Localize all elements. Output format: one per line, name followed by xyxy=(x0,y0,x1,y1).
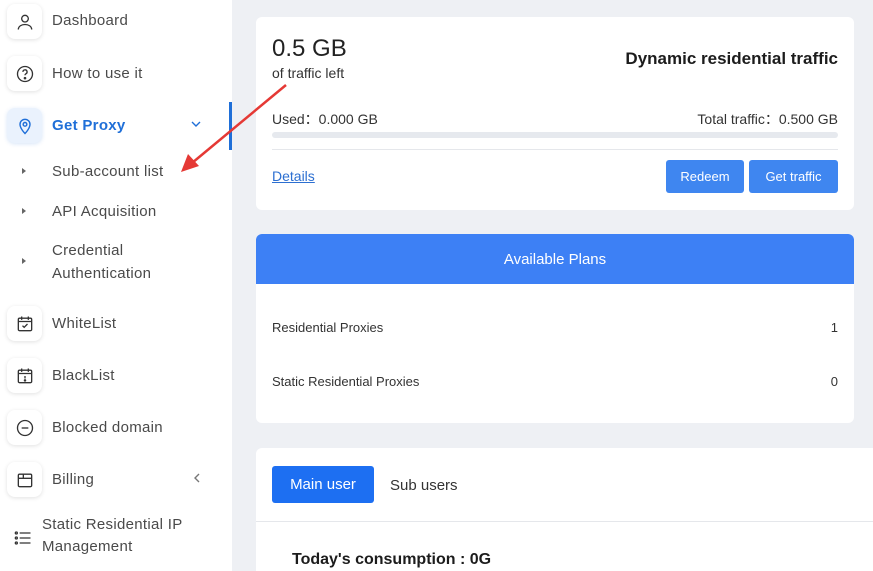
bullet-icon xyxy=(22,258,26,264)
sidebar-subitem-label: Sub-account list xyxy=(52,163,164,180)
divider xyxy=(272,149,838,150)
user-icon xyxy=(7,4,42,39)
sidebar-subitem-label: API Acquisition xyxy=(52,203,157,220)
used-traffic: Used：0.000 GB xyxy=(272,111,378,127)
plan-name: Static Residential Proxies xyxy=(272,374,420,389)
sidebar-item-label: Static Residential IP Management xyxy=(42,516,183,555)
sidebar: Dashboard How to use it Get Proxy Sub-ac… xyxy=(0,0,232,571)
sidebar-item-static-residential-ip[interactable]: Static Residential IP Management xyxy=(0,514,232,560)
users-card: Main user Sub users Today's consumption … xyxy=(256,448,873,571)
redeem-button[interactable]: Redeem xyxy=(666,160,744,193)
total-traffic: Total traffic：0.500 GB xyxy=(697,111,838,127)
sidebar-subitem-label: Credential Authentication xyxy=(52,242,152,282)
bullet-icon xyxy=(22,208,26,214)
traffic-card: 0.5 GB of traffic left Dynamic residenti… xyxy=(256,17,854,210)
get-traffic-button[interactable]: Get traffic xyxy=(749,160,838,193)
details-link[interactable]: Details xyxy=(272,168,315,184)
sidebar-subitem-sub-account-list[interactable]: Sub-account list xyxy=(0,160,232,183)
bullet-icon xyxy=(22,168,26,174)
sidebar-subitem-api-acquisition[interactable]: API Acquisition xyxy=(0,200,232,223)
sidebar-item-label: Billing xyxy=(52,471,95,488)
plans-header: Available Plans xyxy=(256,234,854,284)
traffic-left-amount: 0.5 GB xyxy=(272,35,347,62)
sidebar-item-label: BlackList xyxy=(52,367,115,384)
sidebar-item-label: Get Proxy xyxy=(52,117,126,134)
plan-count: 1 xyxy=(830,320,838,335)
chevron-down-icon xyxy=(190,118,202,132)
sidebar-item-whitelist[interactable]: WhiteList xyxy=(0,306,232,341)
sidebar-item-label: WhiteList xyxy=(52,315,117,332)
traffic-progress-bar xyxy=(272,132,838,138)
sidebar-item-billing[interactable]: Billing xyxy=(0,462,232,497)
traffic-left-caption: of traffic left xyxy=(272,65,345,81)
box-icon xyxy=(7,462,42,497)
sidebar-item-get-proxy[interactable]: Get Proxy xyxy=(0,108,232,143)
chevron-left-icon xyxy=(192,472,202,487)
plan-count: 0 xyxy=(830,374,838,389)
tab-sub-users[interactable]: Sub users xyxy=(390,477,458,494)
sidebar-item-blacklist[interactable]: BlackList xyxy=(0,358,232,393)
list-icon xyxy=(5,520,40,555)
sidebar-item-blocked-domain[interactable]: Blocked domain xyxy=(0,410,232,445)
sidebar-item-dashboard[interactable]: Dashboard xyxy=(0,4,232,39)
divider xyxy=(256,521,873,522)
calendar-alert-icon xyxy=(7,358,42,393)
minus-circle-icon xyxy=(7,410,42,445)
active-indicator xyxy=(229,102,232,150)
todays-consumption: Today's consumption : 0G xyxy=(292,551,492,568)
tab-main-user[interactable]: Main user xyxy=(272,466,374,503)
sidebar-item-label: Dashboard xyxy=(52,12,129,29)
available-plans-card: Available Plans Residential Proxies 1 St… xyxy=(256,234,854,423)
calendar-check-icon xyxy=(7,306,42,341)
traffic-type-title: Dynamic residential traffic xyxy=(625,49,838,68)
help-circle-icon xyxy=(7,56,42,91)
sidebar-item-label: How to use it xyxy=(52,65,143,82)
plan-name: Residential Proxies xyxy=(272,320,384,335)
sidebar-subitem-credential-auth[interactable]: Credential Authentication xyxy=(0,239,232,285)
location-pin-icon xyxy=(7,108,42,143)
sidebar-item-label: Blocked domain xyxy=(52,419,163,436)
sidebar-item-how-to-use[interactable]: How to use it xyxy=(0,56,232,91)
